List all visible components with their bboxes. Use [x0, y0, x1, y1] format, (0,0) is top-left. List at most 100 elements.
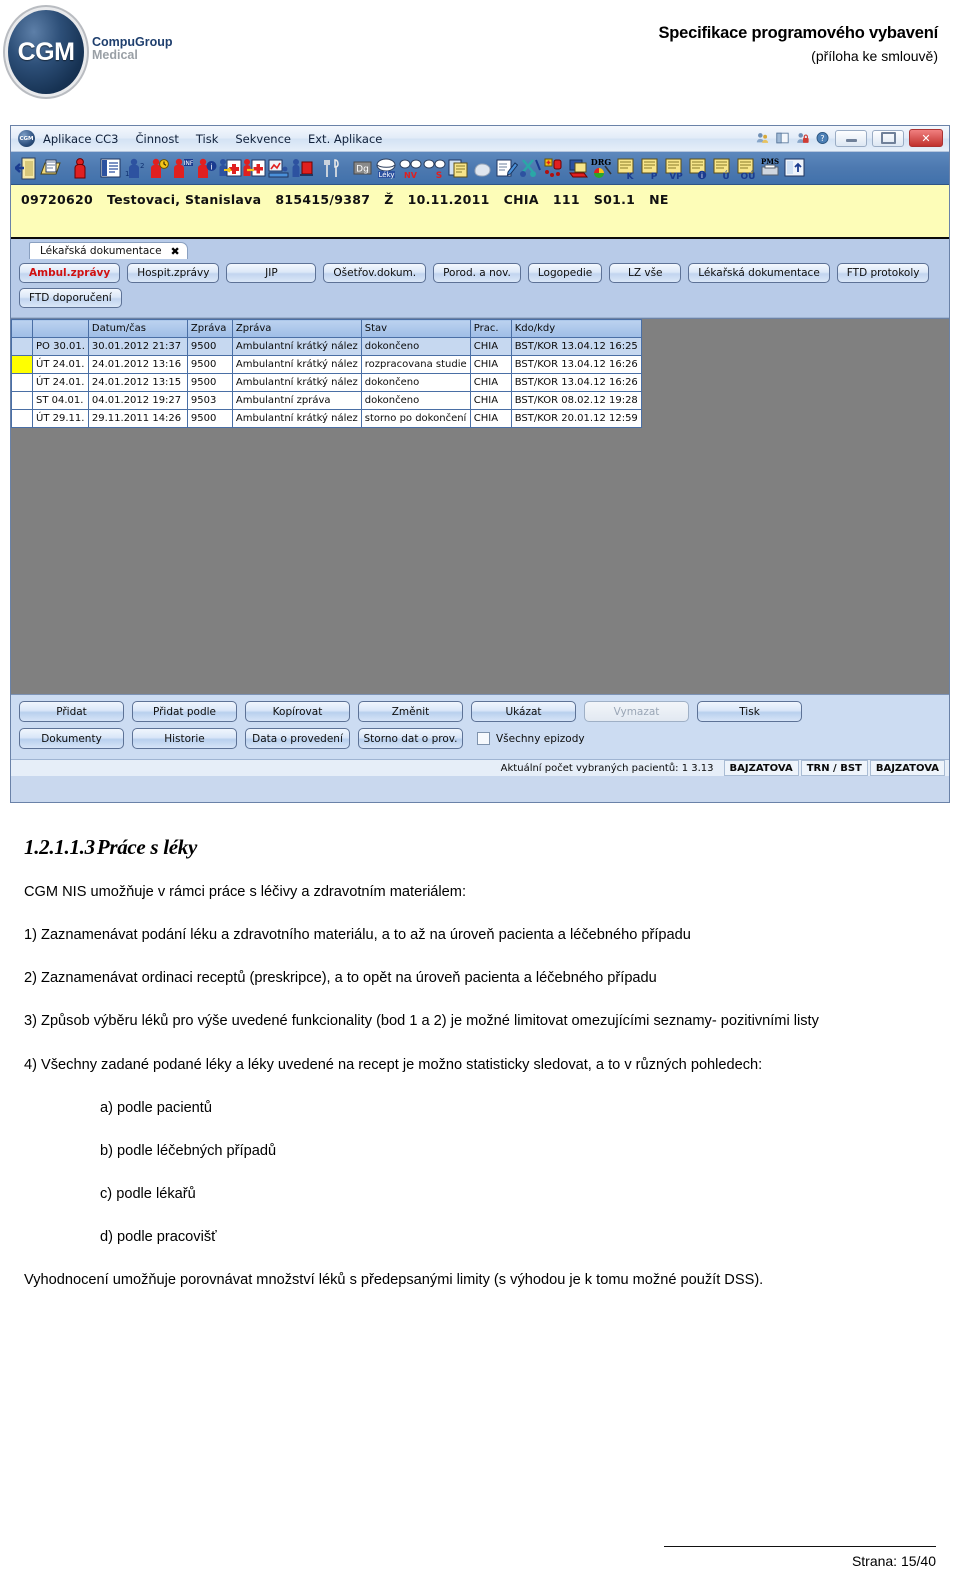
cutlery-icon[interactable]: [321, 156, 344, 181]
status-patient-count: Aktuální počet vybraných pacientů: 1 3.1…: [500, 762, 714, 774]
menu-item-ext-aplikace[interactable]: Ext. Aplikace: [308, 132, 382, 146]
close-icon[interactable]: ✖: [171, 245, 180, 258]
report-vp-icon[interactable]: VP: [663, 156, 686, 182]
table-row[interactable]: PO 30.01. 30.01.2012 21:37 9500 Ambulant…: [11, 337, 642, 356]
table-row[interactable]: ST 04.01. 04.01.2012 19:27 9503 Ambulant…: [11, 391, 642, 410]
col-day[interactable]: [32, 319, 89, 338]
row-flag[interactable]: [11, 355, 33, 374]
storno-dat-o-prov-button[interactable]: Storno dat o prov.: [358, 728, 463, 749]
leky-pill-icon[interactable]: Léky: [375, 156, 398, 181]
menu-item-tisk[interactable]: Tisk: [196, 132, 219, 146]
cell-day: PO 30.01.: [32, 337, 89, 356]
nav-button-lekarska-dokumentace[interactable]: Lékařská dokumentace: [688, 263, 830, 283]
data-o-provedeni-button[interactable]: Data o provedení: [245, 728, 350, 749]
svg-text:NV: NV: [404, 171, 418, 180]
patient-inf-icon[interactable]: INF: [171, 156, 194, 181]
patient-bed-icon[interactable]: [291, 156, 314, 181]
menu-item-cinnost[interactable]: Činnost: [136, 132, 179, 146]
patient-numbers-icon[interactable]: 12: [123, 156, 146, 181]
users-icon[interactable]: [755, 131, 770, 145]
patient-list-icon[interactable]: [99, 156, 122, 181]
table-row[interactable]: ÚT 24.01. 24.01.2012 13:16 9500 Ambulant…: [11, 355, 642, 374]
report-i-icon[interactable]: i: [687, 156, 710, 181]
nav-button-ftd-doporuceni[interactable]: FTD doporučení: [19, 288, 122, 308]
dg-icon[interactable]: Dg: [351, 156, 374, 181]
report-ou-icon[interactable]: OÚ: [735, 156, 758, 182]
vsechny-epizody-checkbox-wrap[interactable]: Všechny epizody: [477, 732, 585, 745]
col-prac[interactable]: Prac.: [469, 319, 512, 338]
menu-item-aplikace-cc3[interactable]: Aplikace CC3: [43, 132, 119, 146]
tab-lekarska-dokumentace[interactable]: Lékařská dokumentace ✖: [29, 242, 188, 259]
patient-birth-number: 815415/9387: [275, 192, 371, 207]
nav-button-ftd-protokoly[interactable]: FTD protokoly: [836, 263, 930, 283]
col-zprava-code[interactable]: Zpráva: [186, 319, 233, 338]
patient-card-transfer-icon[interactable]: [243, 156, 266, 181]
tisk-button[interactable]: Tisk: [697, 701, 802, 722]
cell-kdo-kdy: BST/KOR 20.01.12 12:59: [510, 409, 642, 428]
pridat-podle-button[interactable]: Přidat podle: [132, 701, 237, 722]
pms-printer-icon[interactable]: PMS: [759, 156, 782, 181]
nav-button-porod-a-nov[interactable]: Porod. a nov.: [433, 263, 521, 283]
folder-pages-icon[interactable]: [39, 156, 62, 181]
calendar-notes-icon[interactable]: [447, 156, 470, 181]
hand-icon[interactable]: [471, 156, 494, 181]
row-flag[interactable]: [11, 409, 33, 428]
col-datum-cas[interactable]: Datum/čas: [87, 319, 188, 338]
help-icon[interactable]: ?: [815, 131, 830, 145]
cell-prac: CHIA: [469, 409, 512, 428]
table-row[interactable]: ÚT 24.01. 24.01.2012 13:15 9500 Ambulant…: [11, 373, 642, 392]
prescription-pen-icon[interactable]: [495, 156, 519, 181]
patient-info-icon[interactable]: i: [195, 156, 218, 181]
report-u-icon[interactable]: Ú: [711, 156, 734, 182]
nav-button-lz-vse[interactable]: LZ vše: [609, 263, 682, 283]
nv-glasses-icon[interactable]: NV: [399, 156, 422, 181]
col-flag[interactable]: [11, 319, 33, 338]
panel-layout-icon[interactable]: [775, 131, 790, 145]
patient-chart-icon[interactable]: [267, 156, 290, 181]
report-p-icon[interactable]: P: [639, 156, 662, 182]
minimize-button[interactable]: [835, 129, 867, 147]
table-row[interactable]: ÚT 29.11. 29.11.2011 14:26 9500 Ambulant…: [11, 409, 642, 428]
nav-button-hospit-zpravy[interactable]: Hospit.zprávy: [127, 263, 220, 283]
patient-card-add-icon[interactable]: [219, 156, 242, 181]
command-row-2: Dokumenty Historie Data o provedení Stor…: [19, 728, 949, 749]
row-flag[interactable]: [11, 373, 33, 392]
pridat-button[interactable]: Přidat: [19, 701, 124, 722]
cell-message: Ambulantní krátký nález: [231, 355, 362, 374]
nav-button-ambul-zpravy[interactable]: Ambul.zprávy: [19, 263, 121, 283]
folder-red-icon[interactable]: [567, 156, 590, 181]
cgm-app-icon[interactable]: CGM: [18, 130, 35, 147]
kopirovat-button[interactable]: Kopírovat: [245, 701, 350, 722]
nav-button-logopedie[interactable]: Logopedie: [527, 263, 603, 283]
cgm-logo-mark-text: CGM: [17, 37, 75, 66]
nav-button-osetrov-dokum[interactable]: Ošetřov.dokum.: [323, 263, 427, 283]
nav-button-jip[interactable]: JIP: [226, 263, 317, 283]
close-button[interactable]: ✕: [909, 129, 943, 147]
exit-door-icon[interactable]: [13, 156, 38, 181]
cell-datetime: 29.11.2011 14:26: [87, 409, 188, 428]
export-icon[interactable]: [783, 156, 806, 181]
dokumenty-button[interactable]: Dokumenty: [19, 728, 124, 749]
col-stav[interactable]: Stav: [360, 319, 471, 338]
drg-icon[interactable]: DRG: [591, 156, 614, 181]
svg-text:i: i: [210, 162, 212, 171]
patient-icon[interactable]: [69, 156, 92, 181]
row-flag[interactable]: [11, 337, 33, 356]
report-k-icon[interactable]: K: [615, 156, 638, 182]
menu-item-sekvence[interactable]: Sekvence: [235, 132, 291, 146]
col-kdo-kdy[interactable]: Kdo/kdy: [510, 319, 642, 338]
scissors-icon[interactable]: [519, 156, 542, 181]
glasses-s-icon[interactable]: S: [423, 156, 446, 181]
cell-prac: CHIA: [469, 391, 512, 410]
lock-user-icon[interactable]: [795, 131, 810, 145]
historie-button[interactable]: Historie: [132, 728, 237, 749]
zmenit-button[interactable]: Změnit: [358, 701, 463, 722]
pills-scatter-icon[interactable]: [543, 156, 566, 181]
col-zprava-text[interactable]: Zpráva: [231, 319, 362, 338]
ukazat-button[interactable]: Ukázat: [471, 701, 576, 722]
restore-button[interactable]: [872, 129, 904, 147]
row-flag[interactable]: [11, 391, 33, 410]
vsechny-epizody-checkbox[interactable]: [477, 732, 490, 745]
patient-clock-icon[interactable]: [147, 156, 170, 181]
cell-kdo-kdy: BST/KOR 13.04.12 16:25: [510, 337, 642, 356]
